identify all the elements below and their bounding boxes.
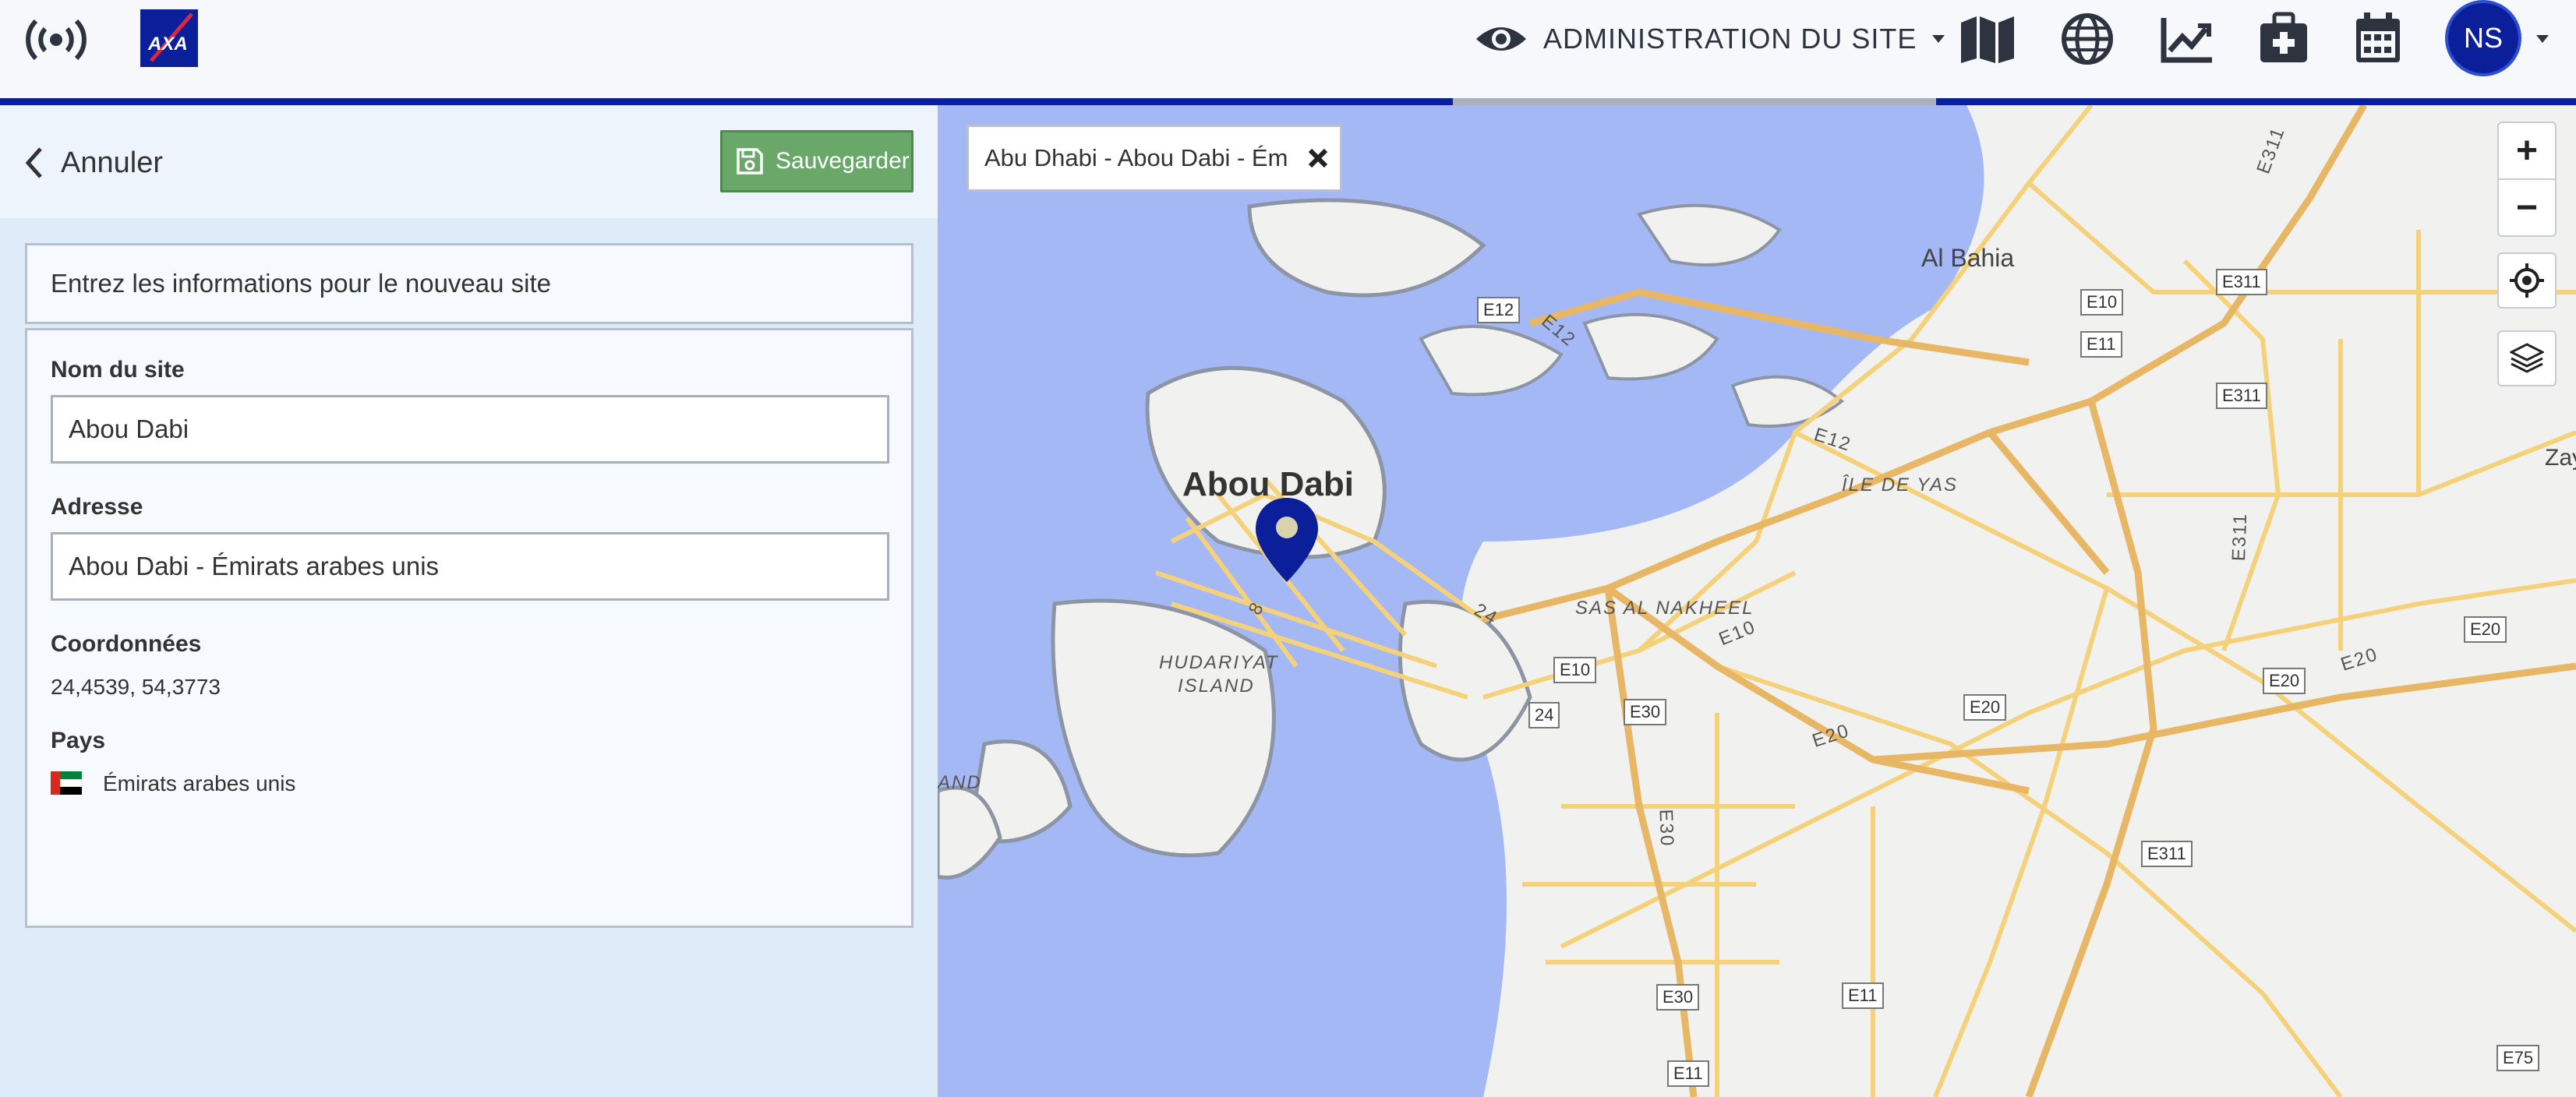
info-message: Entrez les informations pour le nouveau … (25, 243, 913, 324)
country-value: Émirats arabes unis (103, 771, 296, 795)
coordinates-value: 24,4539, 54,3773 (51, 675, 221, 699)
place-label: SAS AL NAKHEEL (1575, 598, 1754, 619)
road-shield: E311 (2141, 841, 2193, 867)
cancel-label: Annuler (61, 146, 163, 179)
layers-button[interactable] (2497, 330, 2557, 386)
crosshair-icon (2510, 263, 2544, 298)
chart-line-icon[interactable] (2157, 12, 2217, 67)
zoom-controls: + − (2497, 122, 2557, 237)
map-view[interactable]: Abou Dabi Al Bahia ÎLE DE YAS SAS AL NAK… (938, 105, 2576, 1097)
zoom-in-button[interactable]: + (2499, 123, 2555, 180)
place-label: ISLAND (1178, 675, 1255, 697)
locate-button[interactable] (2497, 252, 2557, 309)
site-form: Nom du site Adresse Coordonnées 24,4539,… (25, 328, 913, 928)
site-name-label: Nom du site (51, 357, 185, 383)
nav-active-indicator (1453, 98, 1936, 105)
eye-icon (1476, 27, 1526, 51)
cancel-button[interactable]: Annuler (25, 139, 163, 186)
floppy-disk-icon (737, 148, 763, 175)
road-shield: E30 (1656, 984, 1700, 1011)
map-search-text: Abu Dhabi - Abou Dabi - Ém (984, 144, 1288, 171)
panel-header: Annuler Sauvegarder (0, 105, 938, 218)
road-label: E311 (2228, 512, 2252, 562)
road-shield: E311 (2216, 269, 2267, 295)
road-shield: E10 (2080, 289, 2124, 316)
nav-underline (0, 98, 2576, 105)
map-search-chip[interactable]: Abu Dhabi - Abou Dabi - Ém (966, 125, 1342, 192)
road-shield: E20 (2464, 616, 2507, 643)
broadcast-icon[interactable] (23, 14, 89, 65)
layers-icon (2510, 343, 2544, 373)
site-name-input[interactable] (51, 395, 889, 464)
place-label: Al Bahia (1921, 244, 2015, 272)
save-label: Sauvegarder (776, 148, 910, 174)
admin-menu[interactable]: ADMINISTRATION DU SITE (1473, 16, 1946, 62)
road-shield: E20 (1963, 694, 2007, 721)
site-form-panel: Annuler Sauvegarder Entrez les informati… (0, 105, 938, 1097)
country-label: Pays (51, 728, 106, 753)
map-canvas (938, 105, 2576, 1097)
map-icon[interactable] (1958, 12, 2017, 67)
uae-flag-icon (51, 771, 82, 795)
save-button[interactable]: Sauvegarder (720, 130, 913, 192)
road-shield: E12 (1477, 297, 1521, 323)
place-label: Zay (2545, 445, 2576, 471)
place-label: HUDARIYAT (1159, 652, 1279, 673)
location-pin-icon[interactable] (1254, 496, 1320, 584)
address-label: Adresse (51, 494, 143, 520)
road-shield: E30 (1624, 699, 1667, 725)
first-aid-kit-icon[interactable] (2256, 9, 2312, 67)
address-input[interactable] (51, 532, 889, 601)
close-icon[interactable] (1307, 147, 1329, 169)
road-shield: 24 (1528, 702, 1560, 728)
road-shield: E20 (2263, 668, 2306, 694)
coordinates-label: Coordonnées (51, 631, 202, 657)
road-shield: E11 (1842, 982, 1884, 1009)
calendar-icon[interactable] (2351, 9, 2405, 67)
user-avatar[interactable]: NS (2445, 0, 2521, 76)
road-shield: E11 (2080, 331, 2122, 358)
svg-text:AXA: AXA (147, 34, 188, 55)
place-label: AND (938, 772, 982, 793)
road-label: E30 (1655, 809, 1678, 848)
axa-logo: AXA (140, 9, 198, 67)
road-shield: E11 (1667, 1060, 1709, 1087)
place-label: ÎLE DE YAS (1842, 474, 1958, 496)
top-bar: AXA ADMINISTRATION DU SITE NS (0, 0, 2576, 98)
caret-down-icon (1932, 35, 1945, 43)
chevron-left-icon (25, 147, 42, 178)
admin-label: ADMINISTRATION DU SITE (1543, 23, 1917, 55)
road-shield: E311 (2216, 383, 2267, 409)
globe-icon[interactable] (2059, 11, 2115, 67)
road-shield: E75 (2496, 1045, 2540, 1071)
road-shield: E10 (1553, 657, 1597, 683)
caret-down-icon[interactable] (2533, 30, 2552, 48)
zoom-out-button[interactable]: − (2499, 180, 2555, 235)
